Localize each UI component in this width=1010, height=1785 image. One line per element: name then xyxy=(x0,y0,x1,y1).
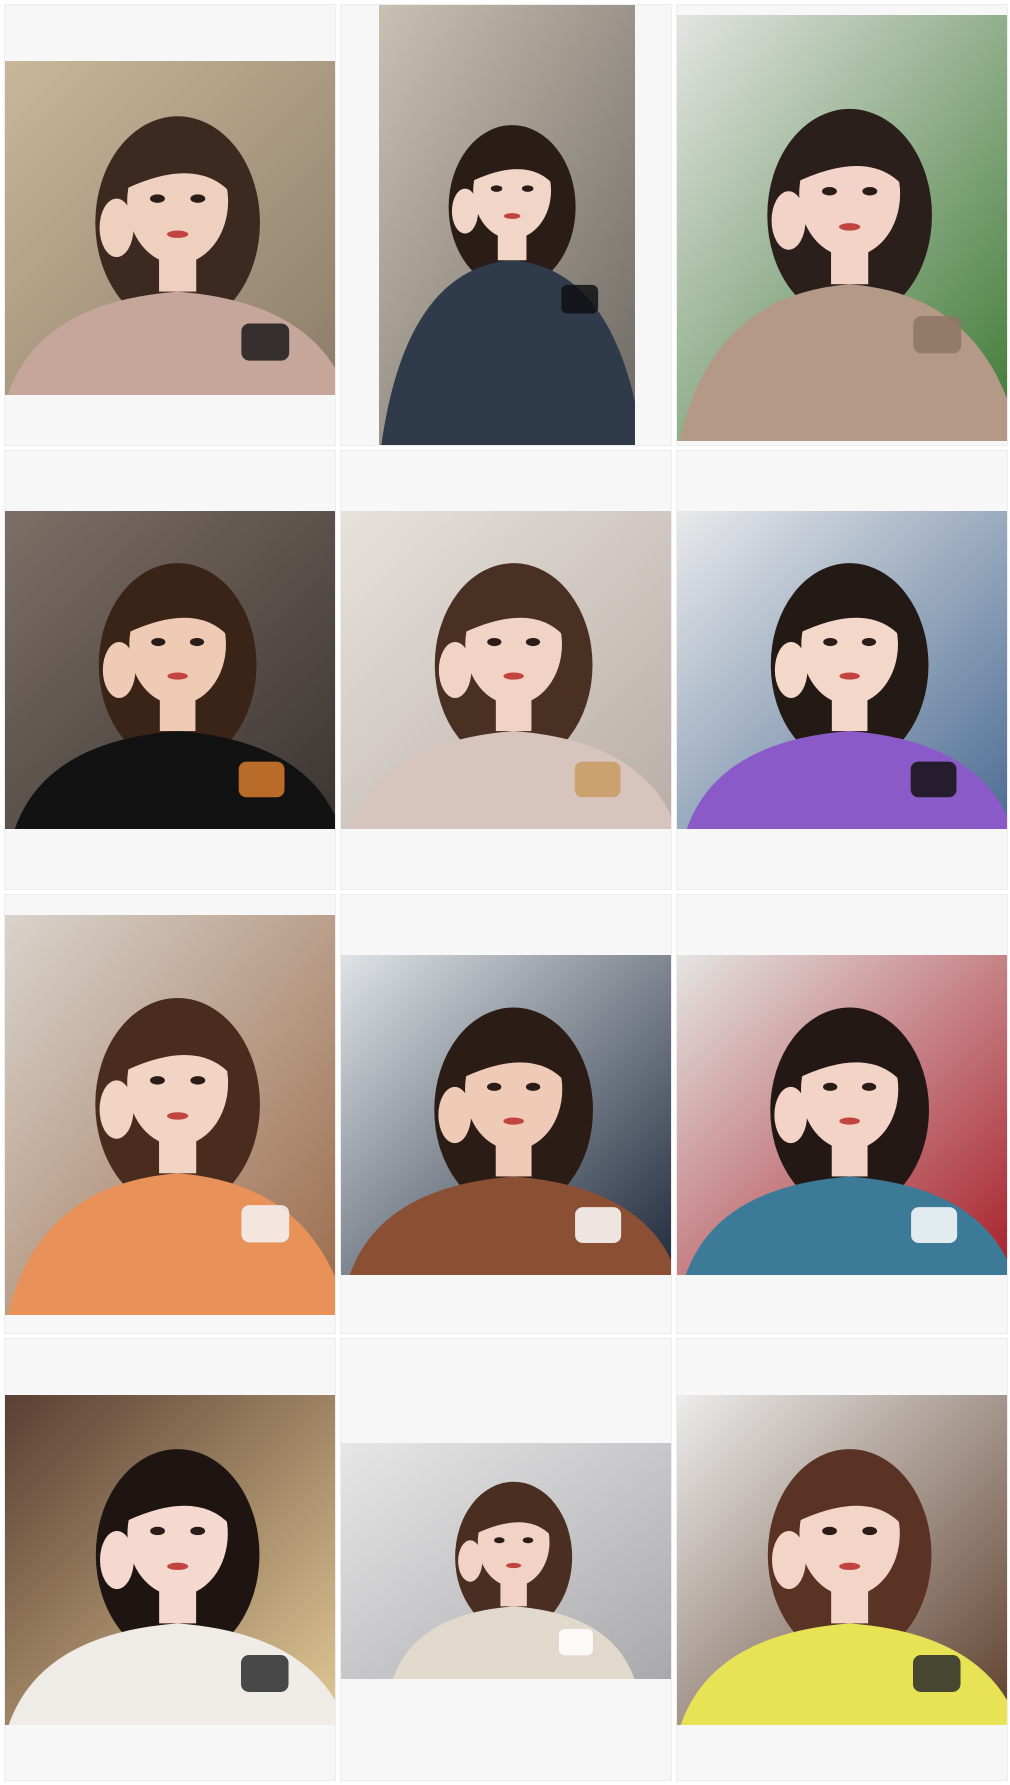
selfie-beige-jacket-face-sticker-image xyxy=(341,1443,671,1679)
grid-cell[interactable] xyxy=(676,1338,1008,1781)
grid-cell[interactable] xyxy=(4,450,336,890)
photo-grid xyxy=(0,0,1010,1785)
selfie-yellow-sweater-bun-image xyxy=(677,1395,1007,1725)
selfie-beige-top-short-hair-image xyxy=(341,511,671,829)
selfie-train-brown-sweater-image xyxy=(341,955,671,1275)
grid-cell[interactable] xyxy=(340,894,672,1334)
photo[interactable] xyxy=(677,15,1007,441)
photo[interactable] xyxy=(677,1395,1007,1725)
grid-cell[interactable] xyxy=(676,894,1008,1334)
grid-cell[interactable] xyxy=(4,1338,336,1781)
grid-cell[interactable] xyxy=(340,4,672,446)
grid-cell[interactable] xyxy=(340,1338,672,1781)
selfie-plaid-blazer-turtleneck-image xyxy=(5,61,335,395)
grid-cell[interactable] xyxy=(340,450,672,890)
photo[interactable] xyxy=(341,1443,671,1679)
selfie-plant-camel-coat-image xyxy=(677,15,1007,441)
photo[interactable] xyxy=(341,955,671,1275)
selfie-black-cap-glasses-purple-tee-image xyxy=(677,511,1007,829)
selfie-black-turtleneck-orange-jacket-image xyxy=(5,511,335,829)
photo[interactable] xyxy=(5,915,335,1315)
photo[interactable] xyxy=(379,5,635,445)
photo[interactable] xyxy=(677,511,1007,829)
photo[interactable] xyxy=(5,511,335,829)
grid-cell[interactable] xyxy=(4,894,336,1334)
photo[interactable] xyxy=(677,955,1007,1275)
grid-cell[interactable] xyxy=(676,4,1008,446)
photo[interactable] xyxy=(5,61,335,395)
grid-cell[interactable] xyxy=(676,450,1008,890)
photo[interactable] xyxy=(341,511,671,829)
selfie-orange-tee-white-bag-image xyxy=(5,915,335,1315)
photo[interactable] xyxy=(5,1395,335,1725)
selfie-white-sunglasses-blue-tee-image xyxy=(677,955,1007,1275)
selfie-black-cap-plaid-shirt-image xyxy=(379,5,635,445)
grid-cell[interactable] xyxy=(4,4,336,446)
selfie-straw-hat-print-shirt-image xyxy=(5,1395,335,1725)
